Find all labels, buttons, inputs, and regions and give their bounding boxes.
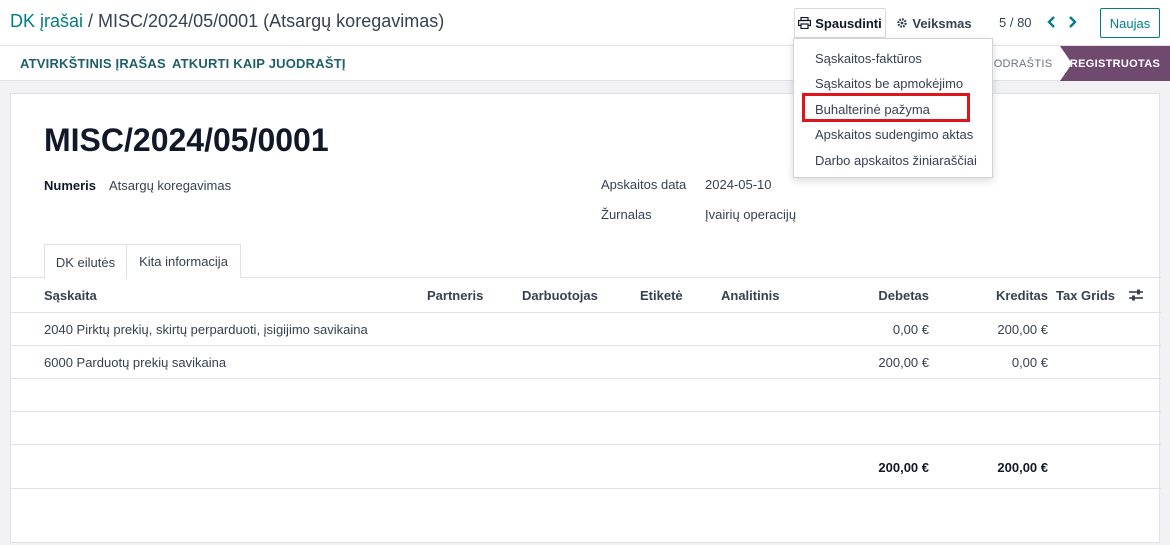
print-button-label: Spausdinti [815,15,882,31]
total-credit: 200,00 € [997,460,1048,475]
highlight-box [802,93,970,122]
chevron-left-icon[interactable] [1044,12,1060,32]
printer-icon [798,17,812,29]
tab-other-info[interactable]: Kita informacija [127,244,241,278]
journal-label: Žurnalas [601,207,652,222]
form-statusbar: ATVIRKŠTINIS ĮRAŠAS ATKURTI KAIP JUODRAŠ… [0,46,1170,81]
reverse-entry-button[interactable]: ATVIRKŠTINIS ĮRAŠAS [20,56,166,71]
number-label: Numeris [44,178,97,193]
breadcrumb-current: MISC/2024/05/0001 (Atsargų koregavimas) [98,11,445,31]
column-tax-grids[interactable]: Tax Grids [1056,288,1115,303]
table-row[interactable]: 2040 Pirktų prekių, skirtų perparduoti, … [11,313,1161,346]
pager-value[interactable]: 5 / 80 [999,15,1032,30]
print-button[interactable]: Spausdinti [794,8,886,38]
column-partner[interactable]: Partneris [427,288,483,303]
empty-row [11,412,1161,445]
column-credit[interactable]: Kreditas [951,288,1048,303]
print-menu-item-timesheets[interactable]: Darbo apskaitos žiniaraščiai [815,153,977,168]
row-account: 2040 Pirktų prekių, skirtų perparduoti, … [44,322,368,337]
accounting-date-value[interactable]: 2024-05-10 [705,177,772,192]
table-row[interactable]: 6000 Parduotų prekių savikaina 200,00 € … [11,346,1161,379]
row-debit: 200,00 € [878,355,929,370]
row-debit: 0,00 € [892,322,929,337]
column-employee[interactable]: Darbuotojas [522,288,598,303]
tab-journal-items[interactable]: DK eilutės [44,244,127,279]
move-name-title: MISC/2024/05/0001 [44,122,329,158]
empty-row [11,379,1161,412]
number-value[interactable]: Atsargų koregavimas [109,178,231,193]
gear-icon [897,18,908,28]
column-label[interactable]: Etiketė [640,288,683,303]
row-credit: 0,00 € [1011,355,1048,370]
print-menu-item-invoices[interactable]: Sąskaitos-faktūros [815,51,922,66]
column-analytic[interactable]: Analitinis [721,288,780,303]
reset-to-draft-button[interactable]: ATKURTI KAIP JUODRAŠTĮ [172,56,346,71]
row-account: 6000 Parduotų prekių savikaina [44,355,227,370]
table-header: Sąskaita Partneris Darbuotojas Etiketė A… [11,278,1161,313]
total-debit: 200,00 € [878,460,929,475]
action-button[interactable]: Veiksmas [892,8,976,38]
new-button[interactable]: Naujas [1100,8,1160,38]
control-panel: DK įrašai / MISC/2024/05/0001 (Atsargų kor… [0,0,1170,46]
totals-row: 200,00 € 200,00 € [11,445,1161,489]
chevron-right-icon[interactable] [1064,12,1080,32]
notebook-tabs: DK eilutės Kita informacija [11,244,1161,279]
column-debit[interactable]: Debetas [831,288,929,303]
row-credit: 200,00 € [997,322,1048,337]
status-posted[interactable]: REGISTRUOTAS [1060,46,1170,81]
print-menu-item-reconciliation-act[interactable]: Apskaitos sudengimo aktas [815,127,973,142]
accounting-date-label: Apskaitos data [601,177,687,192]
print-menu-item-invoices-without-payment[interactable]: Sąskaitos be apmokėjimo [815,76,963,91]
breadcrumb-separator: / [88,11,94,31]
breadcrumb: DK įrašai / MISC/2024/05/0001 (Atsargų kor… [10,11,444,32]
action-button-label: Veiksmas [912,15,972,31]
column-settings-icon[interactable] [1128,288,1144,302]
column-account[interactable]: Sąskaita [44,288,97,303]
journal-value[interactable]: Įvairių operacijų [705,207,796,222]
breadcrumb-parent-link[interactable]: DK įrašai [10,11,83,31]
